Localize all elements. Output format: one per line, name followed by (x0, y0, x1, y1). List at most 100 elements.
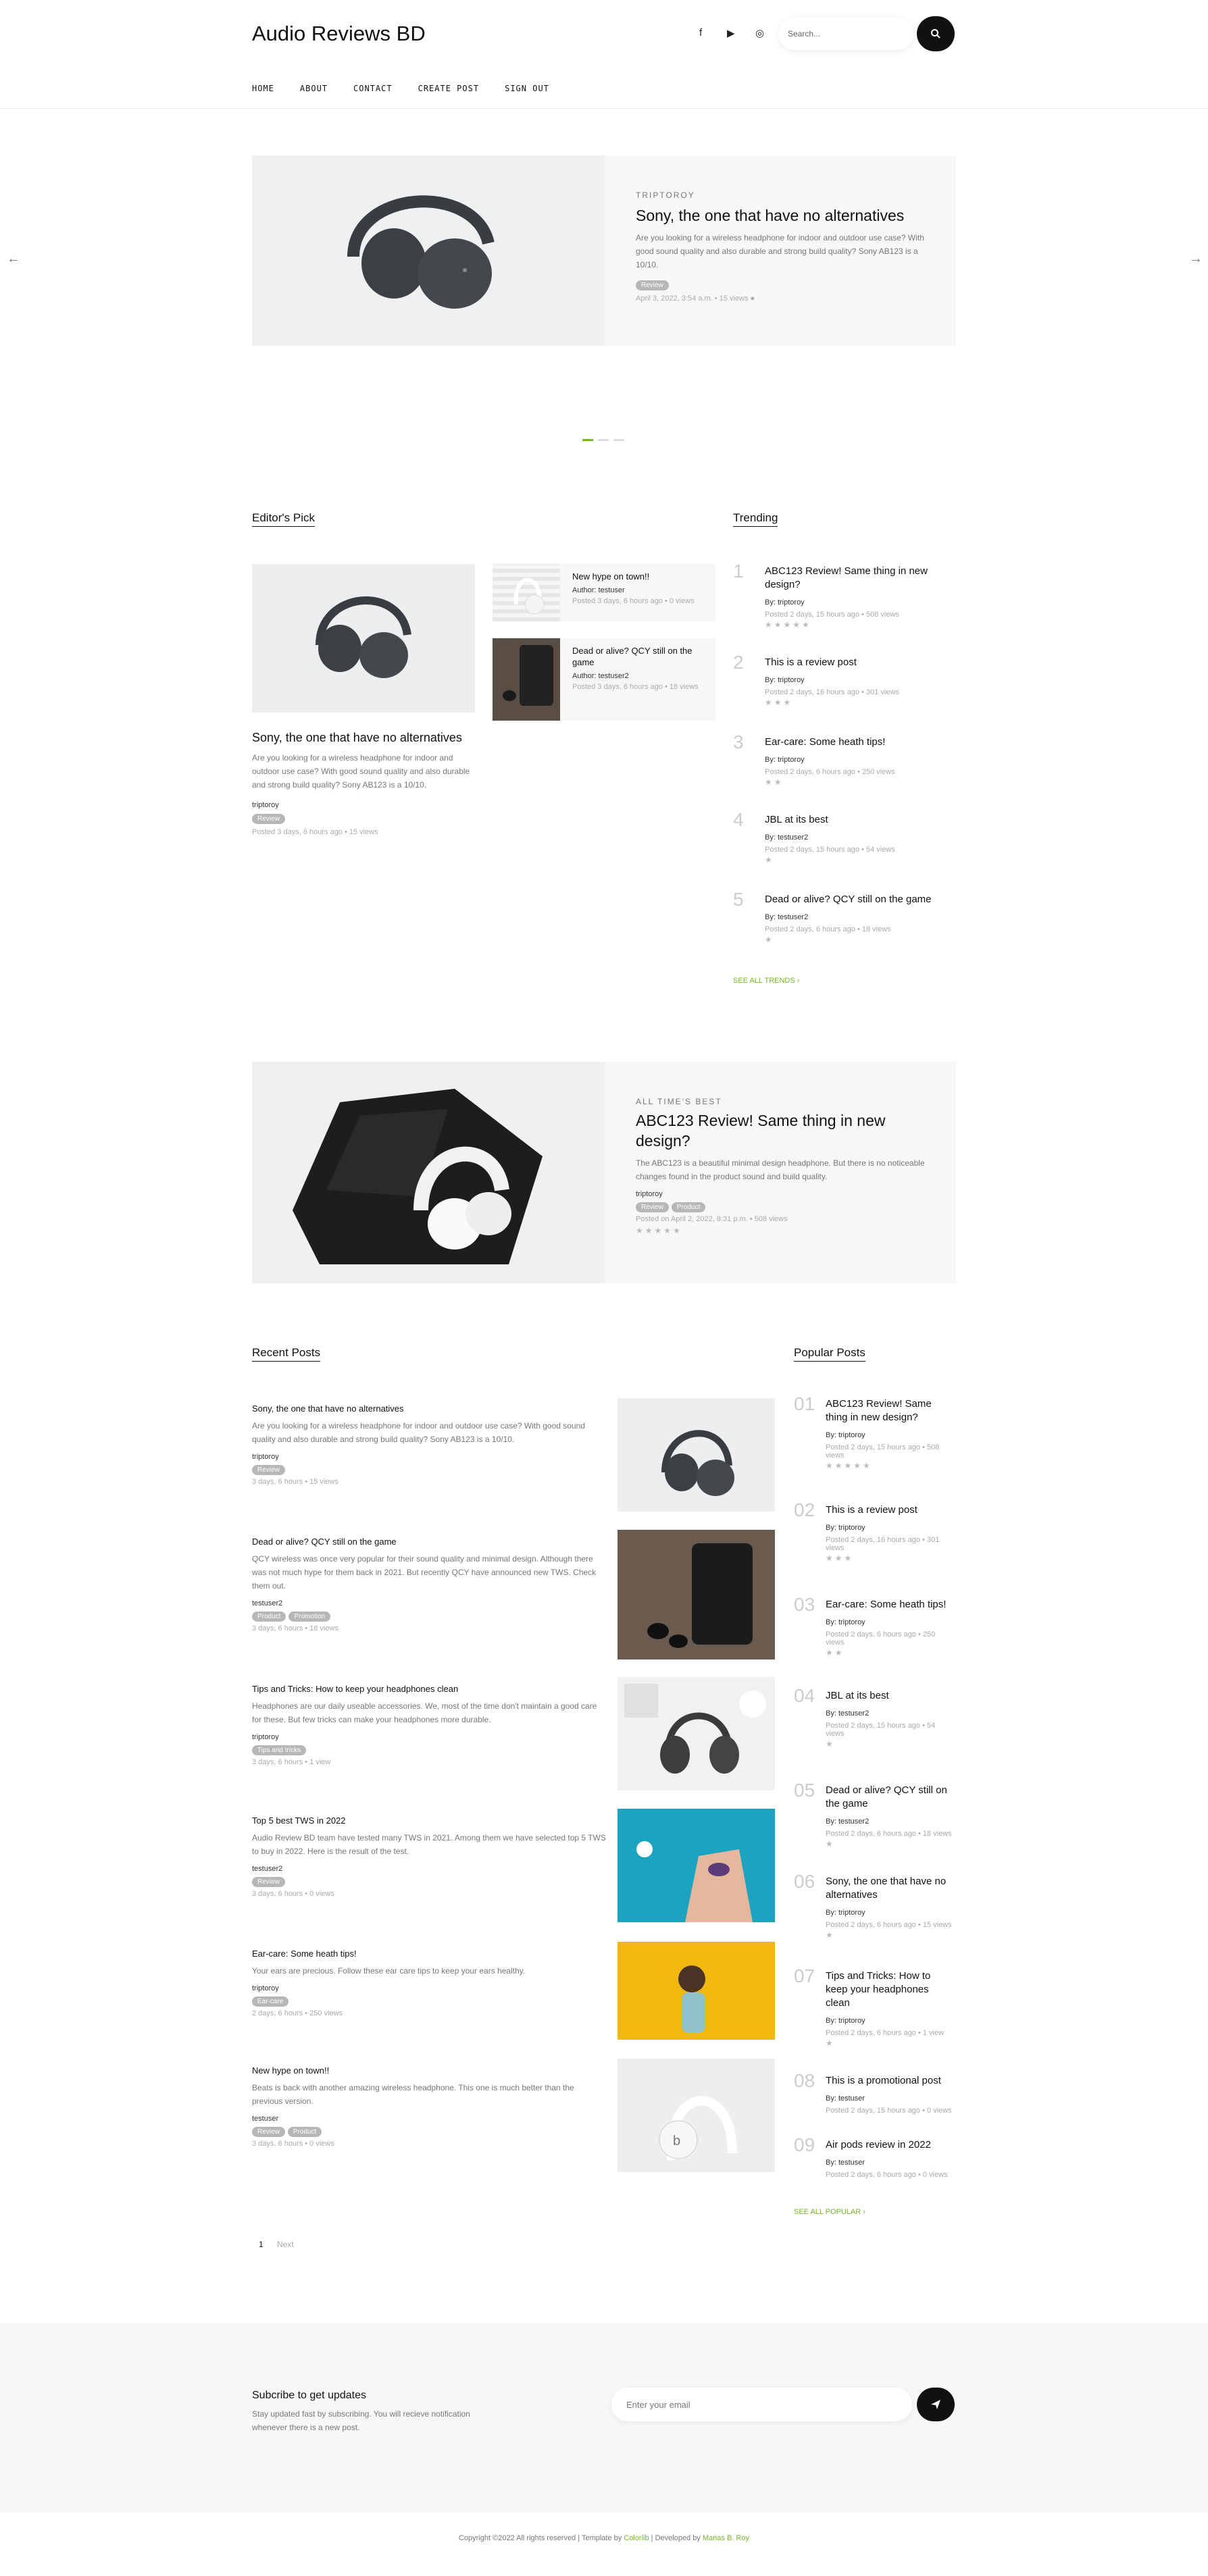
post-badge[interactable]: Ear-care (252, 1997, 289, 2007)
post-badge[interactable]: Review (252, 1877, 285, 1887)
side-item-title[interactable]: New hype on town!! (572, 571, 707, 582)
nav-about[interactable]: ABOUT (300, 84, 328, 93)
editors-pick-side-item[interactable]: New hype on town!! Author: testuser Post… (493, 564, 715, 621)
trending-title[interactable]: ABC123 Review! Same thing in new design? (765, 565, 954, 592)
popular-author[interactable]: By: triptoroy (826, 1524, 955, 1532)
post-title[interactable]: Top 5 best TWS in 2022 (252, 1815, 607, 1826)
popular-item[interactable]: Dead or alive? QCY still on the game By:… (826, 1784, 955, 1849)
trending-author[interactable]: By: testuser2 (765, 833, 954, 842)
popular-author[interactable]: By: testuser (826, 2094, 955, 2103)
slider-prev-arrow-icon[interactable]: ← (7, 251, 20, 267)
popular-author[interactable]: By: testuser2 (826, 1709, 955, 1718)
post-thumbnail[interactable] (618, 1809, 775, 1922)
youtube-icon[interactable]: ▶ (727, 27, 735, 39)
see-all-popular-link[interactable]: SEE ALL POPULAR › (794, 2208, 865, 2216)
post-badge[interactable]: Review (252, 2127, 285, 2137)
trending-title[interactable]: Ear-care: Some heath tips! (765, 736, 954, 749)
post-badge[interactable]: Tips and tricks (252, 1745, 307, 1755)
site-title[interactable]: Audio Reviews BD (252, 22, 426, 46)
trending-item[interactable]: Dead or alive? QCY still on the game By:… (765, 893, 954, 944)
editors-pick-side-item[interactable]: Dead or alive? QCY still on the game Aut… (493, 638, 715, 721)
popular-title[interactable]: Ear-care: Some heath tips! (826, 1598, 955, 1612)
hero-image[interactable] (252, 155, 605, 346)
editors-pick-main-image[interactable] (252, 564, 475, 713)
post-title[interactable]: Dead or alive? QCY still on the game (252, 1537, 607, 1547)
popular-item[interactable]: Air pods review in 2022 By: testuser Pos… (826, 2138, 955, 2180)
popular-author[interactable]: By: testuser2 (826, 1818, 955, 1826)
post-badge[interactable]: Product (252, 1612, 286, 1622)
popular-title[interactable]: Sony, the one that have no alternatives (826, 1875, 955, 1902)
popular-item[interactable]: Tips and Tricks: How to keep your headph… (826, 1969, 955, 2048)
post-author[interactable]: triptoroy (252, 1984, 607, 1992)
email-input[interactable]: Enter your email (611, 2388, 912, 2421)
nav-sign-out[interactable]: SIGN OUT (505, 84, 549, 93)
popular-author[interactable]: By: testuser (826, 2159, 955, 2167)
hero-category[interactable]: TRIPTOROY (636, 190, 926, 200)
post-badge[interactable]: Product (287, 2127, 322, 2137)
popular-author[interactable]: By: triptoroy (826, 1618, 955, 1626)
trending-author[interactable]: By: triptoroy (765, 676, 954, 684)
best-title[interactable]: ABC123 Review! Same thing in new design? (636, 1110, 926, 1151)
post-title[interactable]: Ear-care: Some heath tips! (252, 1949, 607, 1959)
popular-item[interactable]: Sony, the one that have no alternatives … (826, 1875, 955, 1940)
popular-author[interactable]: By: triptoroy (826, 1431, 955, 1439)
trending-item[interactable]: ABC123 Review! Same thing in new design?… (765, 565, 954, 629)
editors-pick-main-author[interactable]: triptoroy (252, 801, 475, 809)
popular-title[interactable]: Dead or alive? QCY still on the game (826, 1784, 955, 1811)
trending-item[interactable]: This is a review post By: triptoroy Post… (765, 656, 954, 707)
slider-dot-active[interactable] (582, 439, 593, 441)
post-badge[interactable]: Review (252, 1465, 285, 1475)
popular-author[interactable]: By: triptoroy (826, 2017, 955, 2025)
popular-item[interactable]: Ear-care: Some heath tips! By: triptoroy… (826, 1598, 955, 1657)
trending-title[interactable]: JBL at its best (765, 813, 954, 827)
hero-badge[interactable]: Review (636, 280, 669, 290)
post-thumbnail[interactable]: b (618, 2059, 775, 2172)
post-thumbnail[interactable] (618, 1398, 775, 1512)
trending-author[interactable]: By: testuser2 (765, 913, 954, 921)
see-all-trends-link[interactable]: SEE ALL TRENDS › (733, 977, 799, 985)
trending-item[interactable]: Ear-care: Some heath tips! By: triptoroy… (765, 736, 954, 787)
post-badge[interactable]: Promotion (288, 1612, 331, 1622)
nav-contact[interactable]: CONTACT (353, 84, 393, 93)
trending-author[interactable]: By: triptoroy (765, 756, 954, 764)
nav-home[interactable]: HOME (252, 84, 274, 93)
post-thumbnail[interactable] (618, 1530, 775, 1659)
editors-pick-main-title[interactable]: Sony, the one that have no alternatives (252, 729, 475, 746)
post-title[interactable]: New hype on town!! (252, 2065, 607, 2076)
popular-item[interactable]: ABC123 Review! Same thing in new design?… (826, 1397, 955, 1470)
post-thumbnail[interactable] (618, 1677, 775, 1791)
popular-item[interactable]: This is a promotional post By: testuser … (826, 2074, 955, 2116)
popular-title[interactable]: Tips and Tricks: How to keep your headph… (826, 1969, 955, 2010)
popular-title[interactable]: This is a review post (826, 1503, 955, 1517)
subscribe-button[interactable] (917, 2388, 955, 2421)
trending-title[interactable]: This is a review post (765, 656, 954, 669)
trending-author[interactable]: By: triptoroy (765, 598, 954, 607)
trending-item[interactable]: JBL at its best By: testuser2 Posted 2 d… (765, 813, 954, 865)
post-title[interactable]: Sony, the one that have no alternatives (252, 1403, 607, 1414)
hero-title[interactable]: Sony, the one that have no alternatives (636, 205, 926, 226)
side-item-title[interactable]: Dead or alive? QCY still on the game (572, 645, 707, 668)
instagram-icon[interactable]: ◎ (755, 27, 764, 39)
popular-item[interactable]: This is a review post By: triptoroy Post… (826, 1503, 955, 1563)
developer-link[interactable]: Manas B. Roy (703, 2534, 749, 2542)
facebook-icon[interactable]: f (699, 27, 702, 38)
slider-dot[interactable] (598, 439, 609, 441)
post-author[interactable]: testuser (252, 2115, 607, 2123)
best-image[interactable] (252, 1062, 605, 1283)
slider-dot[interactable] (613, 439, 624, 441)
search-input[interactable]: Search... (778, 18, 913, 50)
post-thumbnail[interactable] (618, 1942, 775, 2040)
popular-item[interactable]: JBL at its best By: testuser2 Posted 2 d… (826, 1689, 955, 1749)
popular-title[interactable]: Air pods review in 2022 (826, 2138, 955, 2152)
best-badge[interactable]: Review (636, 1202, 669, 1212)
post-author[interactable]: testuser2 (252, 1599, 607, 1607)
trending-title[interactable]: Dead or alive? QCY still on the game (765, 893, 954, 906)
colorlib-link[interactable]: Colorlib (624, 2534, 649, 2542)
post-author[interactable]: testuser2 (252, 1865, 607, 1873)
popular-title[interactable]: This is a promotional post (826, 2074, 955, 2088)
popular-title[interactable]: JBL at its best (826, 1689, 955, 1703)
popular-title[interactable]: ABC123 Review! Same thing in new design? (826, 1397, 955, 1424)
search-button[interactable] (917, 16, 955, 51)
best-author[interactable]: triptoroy (636, 1190, 926, 1198)
slider-next-arrow-icon[interactable]: → (1189, 251, 1203, 267)
